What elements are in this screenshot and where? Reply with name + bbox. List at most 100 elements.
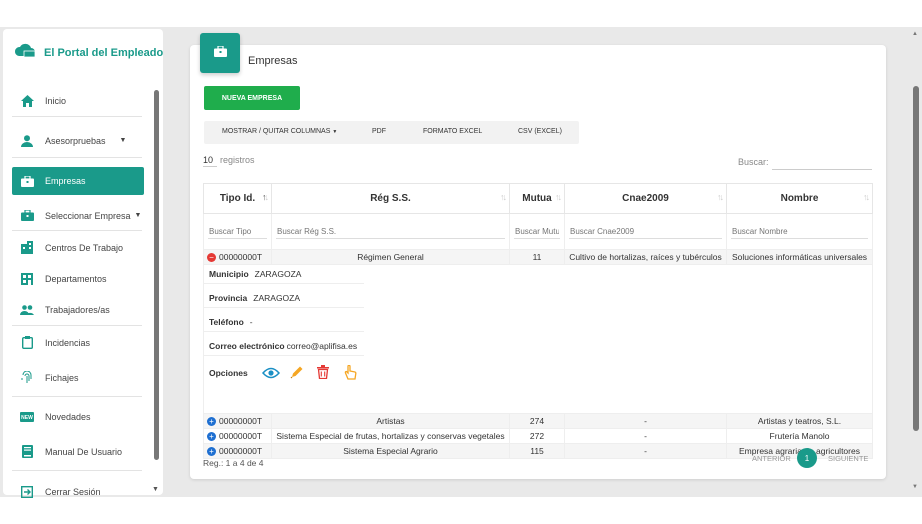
table-info: Reg.: 1 a 4 de 4 bbox=[203, 458, 264, 468]
filter-reg-input[interactable] bbox=[276, 224, 505, 239]
main-scrollbar[interactable] bbox=[913, 86, 919, 431]
export-toolbar: MOSTRAR / QUITAR COLUMNAS ▼ PDF FORMATO … bbox=[204, 121, 579, 144]
sidebar-item-label: Seleccionar Empresa bbox=[45, 210, 131, 221]
expand-row-icon[interactable]: + bbox=[207, 447, 216, 457]
book-icon bbox=[20, 445, 34, 459]
divider bbox=[12, 470, 142, 471]
divider bbox=[12, 325, 142, 326]
export-csv-button[interactable]: CSV (EXCEL) bbox=[518, 128, 562, 135]
pointer-icon[interactable] bbox=[344, 364, 357, 382]
sidebar-item-centros-de-trabajo[interactable]: Centros De Trabajo bbox=[12, 234, 144, 261]
divider bbox=[12, 157, 142, 158]
sidebar-item-empresas[interactable]: Empresas bbox=[12, 167, 144, 195]
sidebar-item-departamentos[interactable]: Departamentos bbox=[12, 265, 144, 292]
export-pdf-button[interactable]: PDF bbox=[372, 128, 386, 135]
new-badge-icon: NEW bbox=[20, 410, 34, 424]
card-header-icon bbox=[200, 33, 240, 73]
grid-building-icon bbox=[20, 272, 34, 286]
eye-icon[interactable] bbox=[261, 367, 281, 381]
brand[interactable]: El Portal del Empleado bbox=[14, 42, 163, 63]
collapse-row-icon[interactable]: − bbox=[207, 253, 216, 263]
sidebar-item-inicio[interactable]: Inicio bbox=[12, 87, 144, 114]
detail-opciones: Opciones bbox=[209, 368, 248, 378]
sidebar-item-incidencias[interactable]: Incidencias bbox=[12, 329, 144, 356]
cloud-logo-icon bbox=[14, 42, 36, 63]
sidebar-item-label: Empresas bbox=[45, 176, 86, 186]
sort-icon: ↑↓ bbox=[500, 192, 507, 202]
companies-table: Tipo Id. ↑↓ Rég S.S. ↑↓ Mutua ↑↓ Cnae2009 ↑↓… bbox=[203, 183, 873, 459]
divider bbox=[12, 230, 142, 231]
sidebar-item-novedades[interactable]: NEW Novedades bbox=[12, 403, 144, 430]
people-icon bbox=[20, 303, 34, 317]
filter-tipo-input[interactable] bbox=[208, 224, 267, 239]
divider bbox=[204, 307, 364, 308]
sort-icon: ↑↓ bbox=[863, 192, 870, 202]
expand-row-icon[interactable]: + bbox=[207, 432, 216, 442]
pagination-next[interactable]: SIGUIENTE bbox=[828, 454, 868, 463]
sort-icon: ↑↓ bbox=[717, 192, 724, 202]
briefcase-icon bbox=[20, 209, 34, 223]
divider bbox=[204, 331, 364, 332]
expand-row-icon[interactable]: + bbox=[207, 417, 216, 427]
fingerprint-icon bbox=[20, 371, 34, 385]
filter-mutua-input[interactable] bbox=[514, 224, 560, 239]
sidebar-item-label: Asesorpruebas bbox=[45, 135, 106, 146]
caret-down-icon: ▼ bbox=[134, 212, 142, 219]
new-company-button[interactable]: NUEVA EMPRESA bbox=[204, 86, 300, 110]
sidebar-scrollbar[interactable] bbox=[154, 90, 159, 460]
divider bbox=[12, 116, 142, 117]
column-header-mutua[interactable]: Mutua ↑↓ bbox=[509, 183, 565, 214]
divider bbox=[204, 283, 364, 284]
briefcase-icon bbox=[20, 174, 34, 188]
column-header-reg-ss[interactable]: Rég S.S. ↑↓ bbox=[271, 183, 510, 214]
sidebar-item-asesorpruebas[interactable]: Asesorpruebas ▼ bbox=[12, 127, 144, 154]
caret-down-icon: ▼ bbox=[119, 137, 127, 144]
filter-cnae-input[interactable] bbox=[569, 224, 722, 239]
trash-icon[interactable] bbox=[317, 365, 329, 381]
row-detail: Municipio ZARAGOZA Provincia ZARAGOZA Telé… bbox=[203, 264, 873, 414]
table-row[interactable]: −00000000T Régimen General 11 Cultivo de… bbox=[203, 249, 873, 265]
sidebar-item-label: Cerrar Sesión bbox=[45, 486, 101, 497]
search-input[interactable] bbox=[772, 155, 872, 170]
sidebar-item-seleccionar-empresa[interactable]: Seleccionar Empresa ▼ bbox=[12, 202, 144, 229]
page-title: Empresas bbox=[248, 55, 298, 67]
sort-icon: ↑↓ bbox=[262, 192, 269, 202]
user-icon bbox=[20, 134, 34, 148]
home-icon bbox=[20, 94, 34, 108]
pagination-previous[interactable]: ANTERIOR bbox=[752, 454, 791, 463]
pagination-page-1[interactable]: 1 bbox=[797, 448, 817, 468]
page-length-select[interactable]: 10 bbox=[203, 155, 217, 167]
sidebar-item-trabajadores[interactable]: Trabajadores/as bbox=[12, 296, 144, 323]
sidebar-item-label: Trabajadores/as bbox=[45, 304, 110, 315]
briefcase-icon bbox=[213, 44, 227, 62]
building-icon bbox=[20, 241, 34, 255]
exit-icon bbox=[20, 485, 34, 499]
scroll-down-arrow-icon[interactable]: ▼ bbox=[912, 484, 918, 490]
filter-nombre-input[interactable] bbox=[731, 224, 868, 239]
sidebar-item-label: Departamentos bbox=[45, 273, 107, 284]
sidebar-item-label: Inicio bbox=[45, 95, 67, 106]
divider bbox=[204, 355, 364, 356]
scroll-up-arrow-icon[interactable]: ▲ bbox=[912, 31, 918, 37]
page-length-label: registros bbox=[220, 155, 255, 165]
column-header-nombre[interactable]: Nombre ↑↓ bbox=[726, 183, 873, 214]
column-header-tipo-id[interactable]: Tipo Id. ↑↓ bbox=[203, 183, 272, 214]
sidebar-item-cerrar-sesion[interactable]: Cerrar Sesión bbox=[12, 478, 144, 505]
detail-correo: Correo electrónico correo@aplifisa.es bbox=[209, 341, 358, 351]
table-row[interactable]: +00000000T Sistema Especial de frutas, h… bbox=[203, 428, 873, 444]
column-header-cnae[interactable]: Cnae2009 ↑↓ bbox=[564, 183, 727, 214]
app-title: El Portal del Empleado bbox=[44, 46, 164, 59]
table-row[interactable]: +00000000T Artistas 274 - Artistas y tea… bbox=[203, 413, 873, 429]
sidebar-item-label: Novedades bbox=[45, 411, 91, 422]
sidebar-item-manual[interactable]: Manual De Usuario bbox=[12, 438, 144, 465]
pencil-icon[interactable] bbox=[290, 365, 304, 381]
toggle-columns-button[interactable]: MOSTRAR / QUITAR COLUMNAS ▼ bbox=[222, 128, 337, 135]
scroll-down-arrow-icon[interactable]: ▼ bbox=[152, 486, 159, 493]
sort-icon: ↑↓ bbox=[555, 192, 562, 202]
svg-text:NEW: NEW bbox=[21, 415, 33, 421]
sidebar-item-fichajes[interactable]: Fichajes bbox=[12, 364, 144, 391]
divider bbox=[12, 396, 142, 397]
export-excel-button[interactable]: FORMATO EXCEL bbox=[423, 128, 482, 135]
detail-municipio: Municipio ZARAGOZA bbox=[209, 269, 302, 279]
clipboard-icon bbox=[20, 336, 34, 350]
